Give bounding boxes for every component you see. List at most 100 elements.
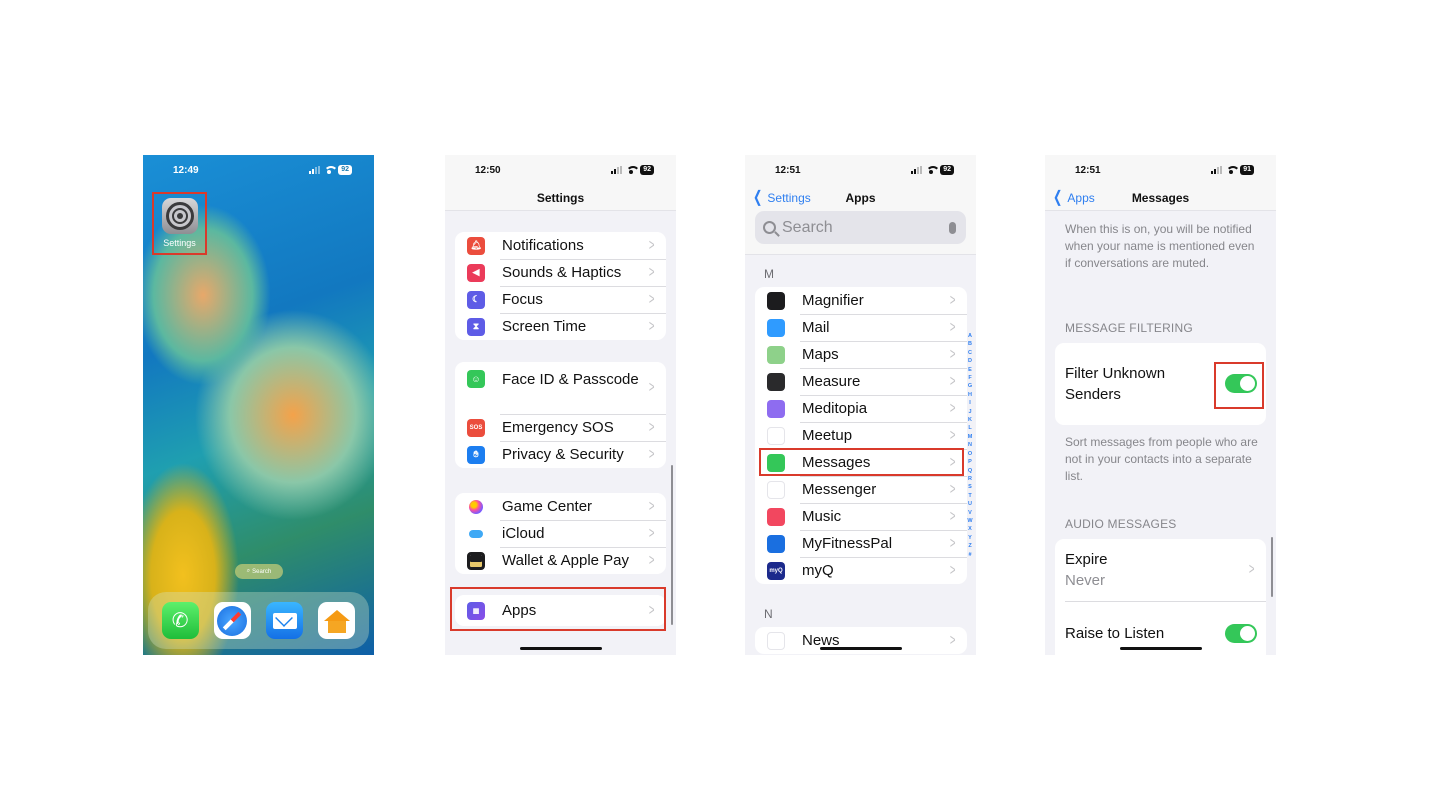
phone-app-icon[interactable]: ✆ <box>161 602 199 639</box>
index-letter[interactable]: # <box>968 551 971 559</box>
index-letter[interactable]: V <box>968 509 972 517</box>
chevron-right-icon: > <box>1248 561 1255 578</box>
status-bar: 12:51 91 <box>1045 155 1276 185</box>
index-letter[interactable]: K <box>968 416 972 424</box>
raise-to-listen-toggle[interactable] <box>1225 624 1257 643</box>
search-input[interactable]: Search <box>755 211 966 244</box>
app-row-myq[interactable]: myQ myQ > <box>755 557 967 584</box>
nav-bar: ❮ Apps Messages <box>1045 185 1276 211</box>
back-button[interactable]: ❮ Settings <box>751 185 811 211</box>
settings-row-sounds[interactable]: ◀︎ Sounds & Haptics > <box>455 259 666 286</box>
game-center-icon <box>469 499 483 514</box>
chevron-right-icon: > <box>949 426 956 444</box>
signal-icon <box>1211 166 1223 174</box>
index-letter[interactable]: Y <box>968 534 972 542</box>
index-letter[interactable]: I <box>969 399 971 407</box>
row-label: Measure <box>802 373 861 390</box>
settings-row-wallet[interactable]: Wallet & Apple Pay > <box>455 547 666 574</box>
chevron-right-icon: > <box>949 372 956 390</box>
home-app-icon[interactable] <box>318 602 356 639</box>
settings-row-privacy[interactable]: ✋︎ Privacy & Security > <box>455 441 666 468</box>
chevron-right-icon: > <box>648 497 655 515</box>
search-pill-label: Search <box>252 568 272 575</box>
app-row-measure[interactable]: Measure > <box>755 368 967 395</box>
compass-icon <box>217 605 248 636</box>
index-letter[interactable]: H <box>968 391 972 399</box>
app-row-meditopia[interactable]: Meditopia > <box>755 395 967 422</box>
row-label: Game Center <box>502 498 593 515</box>
index-letter[interactable]: B <box>968 340 972 348</box>
settings-group-1: 🔔︎ Notifications > ◀︎ Sounds & Haptics >… <box>455 232 666 340</box>
alphabet-index[interactable]: A B C D E F G H I J K L M N O P Q R S T U V W X Y Z # <box>966 332 974 559</box>
app-row-myfitnesspal[interactable]: MyFitnessPal > <box>755 530 967 557</box>
search-icon: ⌕ <box>246 568 251 574</box>
settings-row-icloud[interactable]: iCloud > <box>455 520 666 547</box>
bell-icon: 🔔︎ <box>467 236 485 255</box>
search-placeholder: Search <box>782 218 833 236</box>
settings-row-screen-time[interactable]: ⧗ Screen Time > <box>455 313 666 340</box>
audio-group: Expire Never > Raise to Listen <box>1055 539 1266 655</box>
sos-icon: SOS <box>467 418 485 437</box>
index-letter[interactable]: S <box>968 483 972 491</box>
chevron-right-icon: > <box>648 379 655 396</box>
index-letter[interactable]: A <box>968 332 972 340</box>
spotlight-search-button[interactable]: ⌕ Search <box>235 564 283 579</box>
index-letter[interactable]: J <box>968 408 971 416</box>
index-letter[interactable]: N <box>968 441 972 449</box>
expire-row[interactable]: Expire Never > <box>1055 539 1266 601</box>
settings-row-focus[interactable]: ☾ Focus > <box>455 286 666 313</box>
safari-app-icon[interactable] <box>213 602 251 639</box>
index-letter[interactable]: U <box>968 500 972 508</box>
index-letter[interactable]: O <box>968 450 972 458</box>
index-letter[interactable]: D <box>968 357 972 365</box>
index-letter[interactable]: F <box>968 374 971 382</box>
index-letter[interactable]: X <box>968 525 972 533</box>
index-letter[interactable]: R <box>968 475 972 483</box>
chevron-right-icon: > <box>949 399 956 417</box>
microphone-icon[interactable] <box>949 221 956 234</box>
status-time: 12:51 <box>775 164 801 176</box>
index-letter[interactable]: E <box>968 366 972 374</box>
chevron-right-icon: > <box>648 445 655 463</box>
section-header-n: N <box>764 607 773 621</box>
back-button[interactable]: ❮ Apps <box>1051 185 1095 211</box>
myq-icon: myQ <box>767 561 785 580</box>
app-row-magnifier[interactable]: Magnifier > <box>755 287 967 314</box>
battery-icon: 92 <box>338 165 352 175</box>
app-row-mail[interactable]: Mail > <box>755 314 967 341</box>
app-row-meetup[interactable]: Meetup > <box>755 422 967 449</box>
raise-to-listen-label: Raise to Listen <box>1065 625 1165 642</box>
measure-icon <box>767 372 785 391</box>
settings-row-emergency-sos[interactable]: SOS Emergency SOS > <box>455 414 666 441</box>
index-letter[interactable]: Z <box>968 542 971 550</box>
settings-app-icon[interactable] <box>162 198 198 234</box>
mail-app-icon[interactable] <box>266 602 304 639</box>
scrollbar[interactable] <box>1271 537 1273 597</box>
scrollbar[interactable] <box>671 465 673 625</box>
settings-row-game-center[interactable]: Game Center > <box>455 493 666 520</box>
chevron-right-icon: > <box>949 291 956 309</box>
index-letter[interactable]: L <box>968 424 971 432</box>
row-label: myQ <box>802 562 834 579</box>
filter-unknown-senders-label: Filter Unknown Senders <box>1065 365 1166 403</box>
app-row-maps[interactable]: Maps > <box>755 341 967 368</box>
mail-icon <box>767 318 785 337</box>
app-row-messenger[interactable]: Messenger > <box>755 476 967 503</box>
index-letter[interactable]: Q <box>968 467 972 475</box>
row-label: Privacy & Security <box>502 446 624 463</box>
settings-row-notifications[interactable]: 🔔︎ Notifications > <box>455 232 666 259</box>
settings-app-highlight[interactable]: Settings <box>152 192 207 255</box>
index-letter[interactable]: T <box>968 492 971 500</box>
back-label: Apps <box>1067 191 1095 205</box>
apps-group-m: Magnifier > Mail > Maps > Measure > Meditopia > Me… <box>755 287 967 584</box>
index-letter[interactable]: C <box>968 349 972 357</box>
index-letter[interactable]: W <box>967 517 972 525</box>
row-label: Emergency SOS <box>502 419 614 436</box>
index-letter[interactable]: M <box>968 433 973 441</box>
app-row-music[interactable]: Music > <box>755 503 967 530</box>
index-letter[interactable]: P <box>968 458 972 466</box>
row-label: Meetup <box>802 427 853 444</box>
index-letter[interactable]: G <box>968 382 972 390</box>
settings-row-faceid[interactable]: ☺ Face ID & Passcode > <box>455 362 666 414</box>
chevron-right-icon: > <box>949 480 956 498</box>
